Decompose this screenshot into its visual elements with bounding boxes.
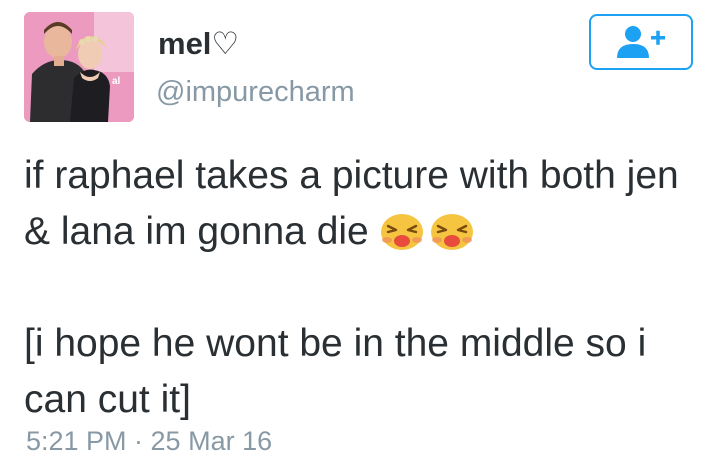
tweet-text-line-2: [i hope he wont be in the middle so i ca… <box>24 322 647 421</box>
user-handle[interactable]: @impurecharm <box>156 75 355 109</box>
tired-face-emoji-icon <box>380 214 423 250</box>
profile-photo-icon: al <box>24 12 134 122</box>
tweet-text: if raphael takes a picture with both jen… <box>24 148 704 428</box>
follow-user-plus-icon <box>617 26 665 58</box>
tweet-paragraph-2: [i hope he wont be in the middle so i ca… <box>24 316 704 428</box>
svg-text:al: al <box>112 76 121 87</box>
tweet-text-line-1: if raphael takes a picture with both jen… <box>24 154 679 253</box>
tweet-paragraph-1: if raphael takes a picture with both jen… <box>24 148 704 260</box>
tweet-card: al mel♡ @impurecharm if raphael takes a … <box>0 0 720 470</box>
tired-face-emoji-icon <box>430 214 473 250</box>
tweet-timestamp[interactable]: 5:21 PM · 25 Mar 16 <box>26 424 272 458</box>
display-name[interactable]: mel♡ <box>158 26 239 62</box>
follow-button[interactable] <box>589 14 693 70</box>
avatar[interactable]: al <box>24 12 134 122</box>
